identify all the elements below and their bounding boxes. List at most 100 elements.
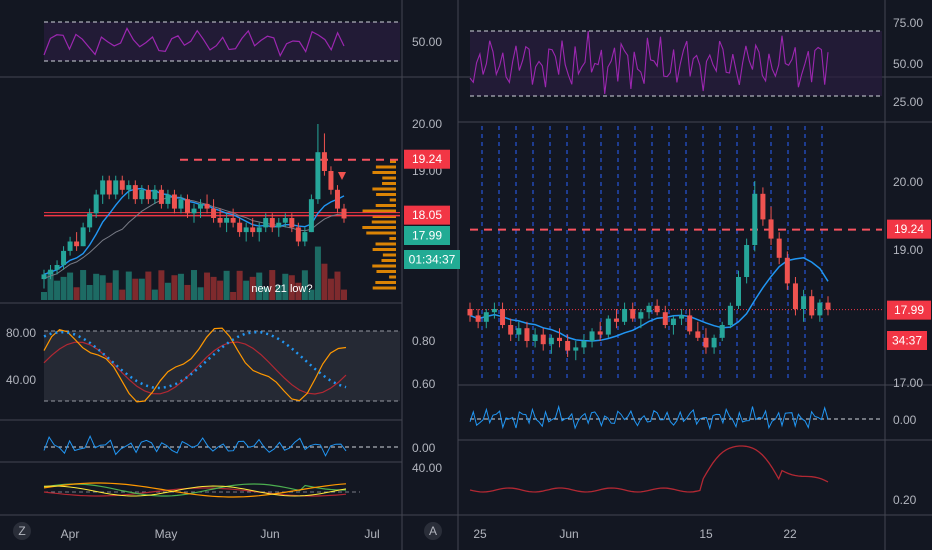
volume-bar <box>191 270 197 300</box>
rsi-axis-label-right: 25.00 <box>893 95 923 109</box>
candle-body <box>145 189 151 200</box>
volume-profile-bar <box>389 275 396 279</box>
price-tag-resistance: 19.24 <box>412 152 442 166</box>
volume-bar <box>80 270 87 300</box>
volume-bar <box>327 278 334 300</box>
candle-body <box>638 312 644 319</box>
volume-profile-bar <box>372 248 396 251</box>
candle-body <box>727 305 733 325</box>
candle-body <box>54 265 60 270</box>
volume-profile-bar <box>389 237 396 240</box>
volume-bar <box>171 275 178 300</box>
volume-bar <box>334 271 341 300</box>
candle-body <box>282 218 288 223</box>
candle-body <box>315 152 321 200</box>
volume-bar <box>341 289 347 300</box>
volume-bar <box>125 271 132 300</box>
volume-bar <box>158 270 165 300</box>
volume-profile-bar <box>375 165 396 169</box>
volume-bar <box>217 280 224 300</box>
volume-bar <box>86 284 93 300</box>
candle-body <box>630 309 636 319</box>
volume-profile-bar <box>376 193 396 196</box>
volume-bar <box>151 289 158 300</box>
price-tag-support: 18.05 <box>412 208 442 222</box>
volume-profile-bar <box>372 187 396 191</box>
candle-body <box>184 199 190 214</box>
candle-body <box>250 227 256 233</box>
candle-body <box>61 250 67 265</box>
left-date-label: Jul <box>364 527 379 541</box>
candle-body <box>119 180 125 190</box>
candle-body <box>581 341 587 348</box>
volume-bar <box>99 275 106 300</box>
volume-bar <box>210 276 217 300</box>
candle-body <box>211 208 217 218</box>
candle-body <box>491 309 497 313</box>
candle-body <box>256 227 262 233</box>
candle-body <box>106 180 112 195</box>
right-date-label: Jun <box>559 527 578 541</box>
candle-body <box>557 337 562 341</box>
candle-body <box>217 218 223 223</box>
volume-bar <box>230 291 237 300</box>
candle-body <box>334 189 340 209</box>
candle-body <box>801 296 807 309</box>
price-axis-label: 20.00 <box>412 117 442 131</box>
volume-bar <box>164 282 171 300</box>
volume-profile-bar <box>382 182 396 185</box>
candle-body <box>87 213 93 228</box>
candle-body <box>171 194 177 209</box>
volume-bar <box>138 278 145 300</box>
candle-body <box>719 325 725 338</box>
lower-axis-label-right: 0.20 <box>893 493 917 507</box>
candle-body <box>191 208 197 214</box>
candle-body <box>687 315 693 332</box>
volume-bar <box>73 287 80 300</box>
price-axis-label-right: 20.00 <box>893 175 923 189</box>
volume-bar <box>243 280 250 300</box>
candle-body <box>41 274 47 280</box>
volume-bar <box>112 270 119 300</box>
volume-bar <box>321 263 328 300</box>
candle-body <box>524 328 530 341</box>
candle-body <box>483 312 489 322</box>
candle-body <box>295 227 301 242</box>
volume-bar <box>145 271 152 300</box>
candle-body <box>776 238 782 258</box>
candle-body <box>139 189 145 200</box>
candle-body <box>679 315 685 319</box>
left-badge-letter: Z <box>18 524 25 538</box>
volume-bar <box>41 292 47 300</box>
volume-bar <box>236 270 243 300</box>
momentum-axis-label-right: 0.00 <box>893 413 917 427</box>
candle-body <box>132 185 138 200</box>
candle-body <box>654 305 660 313</box>
volume-profile-bar <box>371 220 396 224</box>
candle-body <box>243 227 249 233</box>
candle-body <box>711 337 717 348</box>
candle-body <box>695 331 701 338</box>
candle-body <box>565 341 571 351</box>
candle-body <box>622 309 628 322</box>
candle-body <box>768 219 774 239</box>
candle-body <box>809 296 815 316</box>
candle-body <box>792 283 798 309</box>
stoch-axis-label: 0.80 <box>412 334 436 348</box>
volume-bar <box>197 287 204 300</box>
countdown-tag: 01:34:37 <box>409 253 456 267</box>
volume-bar <box>106 282 113 300</box>
candle-body <box>204 203 210 209</box>
candle-body <box>613 318 619 322</box>
volume-bar <box>204 272 211 300</box>
candle-body <box>817 302 823 316</box>
candle-body <box>341 208 347 219</box>
volume-bar <box>60 276 67 300</box>
candle-body <box>74 241 80 247</box>
candle-body <box>670 318 676 325</box>
candle-body <box>126 185 132 190</box>
volume-bar <box>184 284 191 300</box>
volume-profile-bar <box>366 231 396 235</box>
volume-bar <box>223 270 230 300</box>
candle-body <box>80 227 86 247</box>
